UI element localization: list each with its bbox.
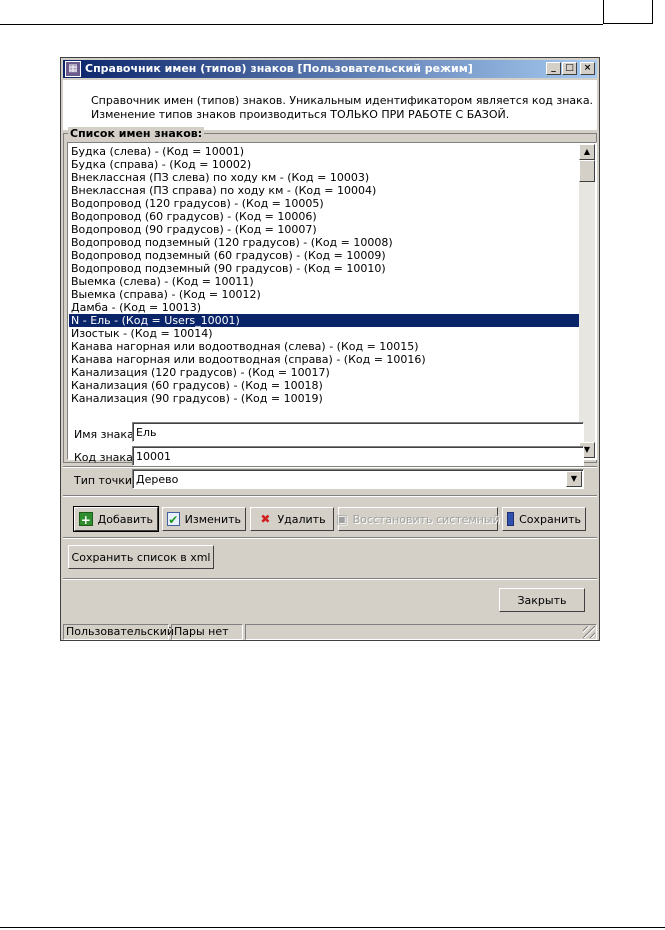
point-type-label: Тип точки: <box>74 474 136 487</box>
name-field[interactable]: Ель <box>132 422 584 442</box>
list-item[interactable]: Будка (слева) - (Код = 10001) <box>69 145 579 158</box>
group-title: Список имен знаков: <box>68 127 205 140</box>
window-title: Справочник имен (типов) знаков [Пользова… <box>85 62 473 75</box>
point-type-value: Дерево <box>136 473 179 486</box>
sign-names-group: Список имен знаков: Будка (слева) - (Код… <box>63 127 597 463</box>
list-item[interactable]: Внеклассная (ПЗ справа) по ходу км - (Ко… <box>69 184 579 197</box>
code-field[interactable]: 10001 <box>132 446 584 466</box>
plus-icon: + <box>79 512 93 527</box>
name-label: Имя знака: <box>74 428 138 441</box>
list-item[interactable]: Внеклассная (ПЗ слева) по ходу км - (Код… <box>69 171 579 184</box>
status-empty <box>245 624 597 640</box>
list-item[interactable]: Водопровод (120 градусов) - (Код = 10005… <box>69 197 579 210</box>
sign-names-listbox[interactable]: Будка (слева) - (Код = 10001) Будка (спра… <box>67 142 597 460</box>
save-button[interactable]: Сохранить <box>502 507 586 531</box>
list-item[interactable]: Канализация (90 градусов) - (Код = 10019… <box>69 392 579 405</box>
restore-button-label: Восстановить системный <box>352 512 500 526</box>
list-item[interactable]: Дамба - (Код = 10013) <box>69 301 579 314</box>
list-item[interactable]: Водопровод подземный (120 градусов) - (К… <box>69 236 579 249</box>
sign-names-list: Будка (слева) - (Код = 10001) Будка (спра… <box>69 145 579 405</box>
delete-button[interactable]: ✖ Удалить <box>250 507 334 531</box>
list-item[interactable]: Изостык - (Код = 10014) <box>69 327 579 340</box>
list-item[interactable]: Будка (справа) - (Код = 10002) <box>69 158 579 171</box>
dialog-window: ▦ Справочник имен (типов) знаков [Пользо… <box>60 57 600 641</box>
scroll-thumb[interactable] <box>579 160 595 182</box>
list-scrollbar[interactable]: ▲ ▼ <box>579 144 595 458</box>
info-line-2: Изменение типов знаков производиться ТОЛ… <box>91 108 510 121</box>
status-bar: Пользовательский Пары нет <box>63 624 597 640</box>
list-item[interactable]: Канава нагорная или водоотводная (слева)… <box>69 340 579 353</box>
restore-system-button[interactable]: ▣ Восстановить системный <box>336 507 500 531</box>
chevron-down-icon[interactable]: ▼ <box>566 471 582 487</box>
edit-button-label: Изменить <box>184 512 241 526</box>
status-pairs: Пары нет <box>171 624 243 640</box>
app-icon: ▦ <box>65 61 81 77</box>
list-item[interactable]: Выемка (справа) - (Код = 10012) <box>69 288 579 301</box>
add-button[interactable]: + Добавить <box>73 506 159 532</box>
list-item[interactable]: Выемка (слева) - (Код = 10011) <box>69 275 579 288</box>
maximize-button[interactable]: □ <box>562 62 577 75</box>
info-line-1: Справочник имен (типов) знаков. Уникальн… <box>91 94 594 107</box>
floppy-disk-icon <box>507 512 515 526</box>
edit-button[interactable]: ✔ Изменить <box>162 507 246 531</box>
list-item[interactable]: Водопровод подземный (90 градусов) - (Ко… <box>69 262 579 275</box>
divider <box>63 466 597 468</box>
checkmark-icon: ✔ <box>167 512 180 527</box>
close-window-button[interactable]: × <box>580 62 595 75</box>
page-number-box <box>603 0 653 24</box>
code-label: Код знака: <box>74 451 137 464</box>
page-header-rule <box>0 24 603 25</box>
page-footer-rule <box>0 927 665 928</box>
save-xml-button[interactable]: Сохранить список в xml <box>68 545 214 569</box>
list-item[interactable]: Канализация (60 градусов) - (Код = 10018… <box>69 379 579 392</box>
scroll-up-icon[interactable]: ▲ <box>579 144 595 160</box>
restore-icon: ▣ <box>336 512 348 526</box>
info-panel: Справочник имен (типов) знаков. Уникальн… <box>63 80 597 130</box>
list-item[interactable]: N - Ель - (Код = Users_10001) <box>69 314 579 327</box>
close-button[interactable]: Закрыть <box>499 588 585 612</box>
list-item[interactable]: Канализация (120 градусов) - (Код = 1001… <box>69 366 579 379</box>
add-button-label: Добавить <box>97 512 153 526</box>
point-type-select[interactable]: Дерево ▼ <box>132 469 584 489</box>
title-bar[interactable]: ▦ Справочник имен (типов) знаков [Пользо… <box>63 60 597 78</box>
list-item[interactable]: Канава нагорная или водоотводная (справа… <box>69 353 579 366</box>
delete-x-icon: ✖ <box>260 512 271 526</box>
status-mode: Пользовательский <box>63 624 174 640</box>
list-item[interactable]: Водопровод подземный (60 градусов) - (Ко… <box>69 249 579 262</box>
minimize-button[interactable]: _ <box>546 62 561 75</box>
delete-button-label: Удалить <box>277 512 326 526</box>
divider <box>63 537 597 539</box>
resize-grip-icon[interactable] <box>583 626 595 638</box>
divider <box>63 495 597 497</box>
list-item[interactable]: Водопровод (90 градусов) - (Код = 10007) <box>69 223 579 236</box>
list-item[interactable]: Водопровод (60 градусов) - (Код = 10006) <box>69 210 579 223</box>
save-button-label: Сохранить <box>519 512 581 526</box>
divider <box>63 578 597 580</box>
